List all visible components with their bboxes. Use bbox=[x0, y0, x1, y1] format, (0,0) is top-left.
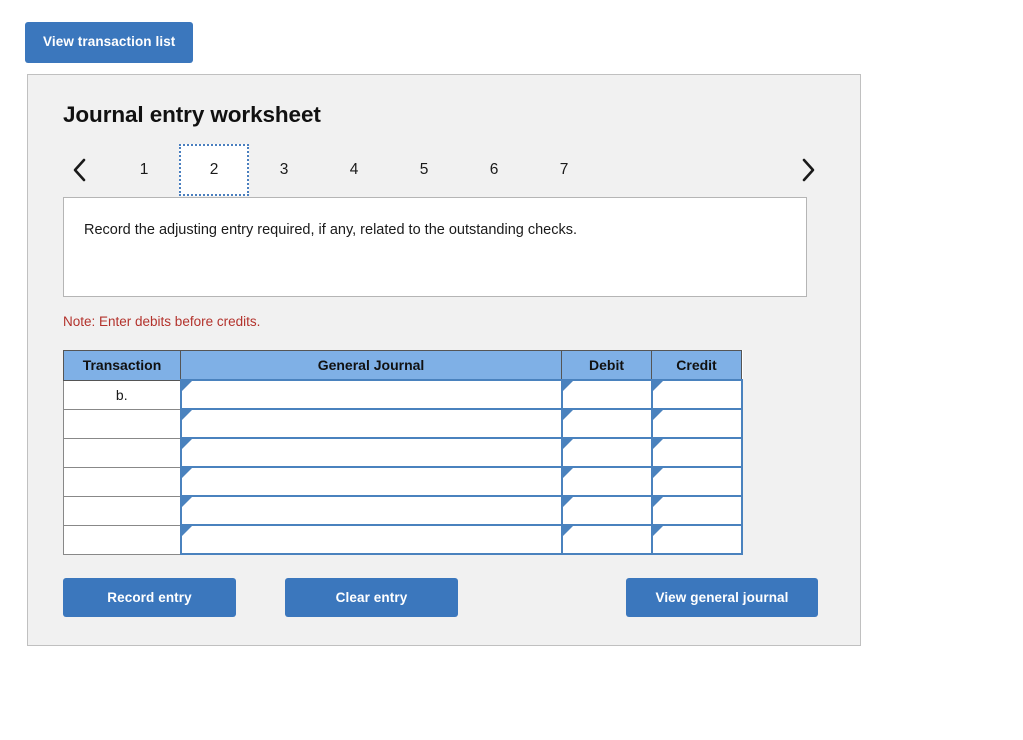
column-header-transaction: Transaction bbox=[63, 350, 181, 381]
table-row bbox=[63, 437, 743, 468]
cell-general-journal[interactable] bbox=[179, 408, 563, 439]
pager-tab-6[interactable]: 6 bbox=[459, 144, 529, 196]
dropdown-marker-icon bbox=[652, 381, 663, 391]
dropdown-marker-icon bbox=[562, 439, 573, 449]
dropdown-marker-icon bbox=[652, 439, 663, 449]
column-header-debit: Debit bbox=[561, 350, 652, 381]
dropdown-marker-icon bbox=[562, 468, 573, 478]
dropdown-marker-icon bbox=[652, 468, 663, 478]
table-row bbox=[63, 466, 743, 497]
cell-transaction[interactable]: b. bbox=[63, 379, 181, 410]
dropdown-marker-icon bbox=[652, 526, 663, 536]
clear-entry-button[interactable]: Clear entry bbox=[285, 578, 458, 617]
table-row bbox=[63, 524, 743, 555]
table-row bbox=[63, 408, 743, 439]
cell-debit[interactable] bbox=[560, 495, 653, 526]
dropdown-marker-icon bbox=[562, 410, 573, 420]
dropdown-marker-icon bbox=[181, 468, 192, 478]
pager-tab-2[interactable]: 2 bbox=[179, 144, 249, 196]
cell-transaction[interactable] bbox=[63, 466, 181, 497]
cell-general-journal[interactable] bbox=[179, 495, 563, 526]
pager-next-button[interactable] bbox=[791, 144, 825, 196]
journal-entry-worksheet-panel: Journal entry worksheet 1234567 Record t… bbox=[27, 74, 861, 646]
dropdown-marker-icon bbox=[652, 410, 663, 420]
cell-credit[interactable] bbox=[650, 379, 743, 410]
dropdown-marker-icon bbox=[652, 497, 663, 507]
cell-credit[interactable] bbox=[650, 524, 743, 555]
pager-tab-1[interactable]: 1 bbox=[109, 144, 179, 196]
cell-debit[interactable] bbox=[560, 524, 653, 555]
table-header-row: Transaction General Journal Debit Credit bbox=[63, 350, 742, 381]
top-toolbar: View transaction list bbox=[25, 22, 194, 63]
column-header-credit: Credit bbox=[651, 350, 742, 381]
dropdown-marker-icon bbox=[181, 439, 192, 449]
debits-before-credits-note: Note: Enter debits before credits. bbox=[63, 314, 261, 329]
worksheet-pager: 1234567 bbox=[63, 144, 825, 196]
pager-tab-7[interactable]: 7 bbox=[529, 144, 599, 196]
dropdown-marker-icon bbox=[562, 526, 573, 536]
cell-debit[interactable] bbox=[560, 379, 653, 410]
cell-debit[interactable] bbox=[560, 408, 653, 439]
cell-transaction[interactable] bbox=[63, 408, 181, 439]
table-row bbox=[63, 495, 743, 526]
cell-general-journal[interactable] bbox=[179, 379, 563, 410]
view-transaction-list-button[interactable]: View transaction list bbox=[25, 22, 194, 63]
cell-credit[interactable] bbox=[650, 408, 743, 439]
cell-transaction[interactable] bbox=[63, 437, 181, 468]
record-entry-button[interactable]: Record entry bbox=[63, 578, 236, 617]
pager-prev-button[interactable] bbox=[63, 144, 97, 196]
dropdown-marker-icon bbox=[181, 410, 192, 420]
dropdown-marker-icon bbox=[181, 526, 192, 536]
page-title: Journal entry worksheet bbox=[63, 102, 321, 127]
cell-credit[interactable] bbox=[650, 437, 743, 468]
action-button-row: Record entry Clear entry View general jo… bbox=[63, 578, 825, 618]
chevron-right-icon bbox=[800, 157, 816, 183]
cell-transaction[interactable] bbox=[63, 495, 181, 526]
cell-general-journal[interactable] bbox=[179, 524, 563, 555]
cell-general-journal[interactable] bbox=[179, 466, 563, 497]
pager-tab-4[interactable]: 4 bbox=[319, 144, 389, 196]
pager-tab-list: 1234567 bbox=[109, 144, 599, 196]
cell-credit[interactable] bbox=[650, 466, 743, 497]
cell-transaction[interactable] bbox=[63, 524, 181, 555]
cell-credit[interactable] bbox=[650, 495, 743, 526]
journal-entry-table: Transaction General Journal Debit Credit… bbox=[63, 350, 743, 555]
pager-tab-5[interactable]: 5 bbox=[389, 144, 459, 196]
cell-general-journal[interactable] bbox=[179, 437, 563, 468]
cell-debit[interactable] bbox=[560, 466, 653, 497]
chevron-left-icon bbox=[72, 157, 88, 183]
dropdown-marker-icon bbox=[181, 497, 192, 507]
view-general-journal-button[interactable]: View general journal bbox=[626, 578, 818, 617]
dropdown-marker-icon bbox=[562, 381, 573, 391]
instruction-text-box: Record the adjusting entry required, if … bbox=[63, 197, 807, 297]
column-header-general-journal: General Journal bbox=[180, 350, 562, 381]
cell-debit[interactable] bbox=[560, 437, 653, 468]
dropdown-marker-icon bbox=[562, 497, 573, 507]
dropdown-marker-icon bbox=[181, 381, 192, 391]
pager-tab-3[interactable]: 3 bbox=[249, 144, 319, 196]
table-row: b. bbox=[63, 379, 743, 410]
